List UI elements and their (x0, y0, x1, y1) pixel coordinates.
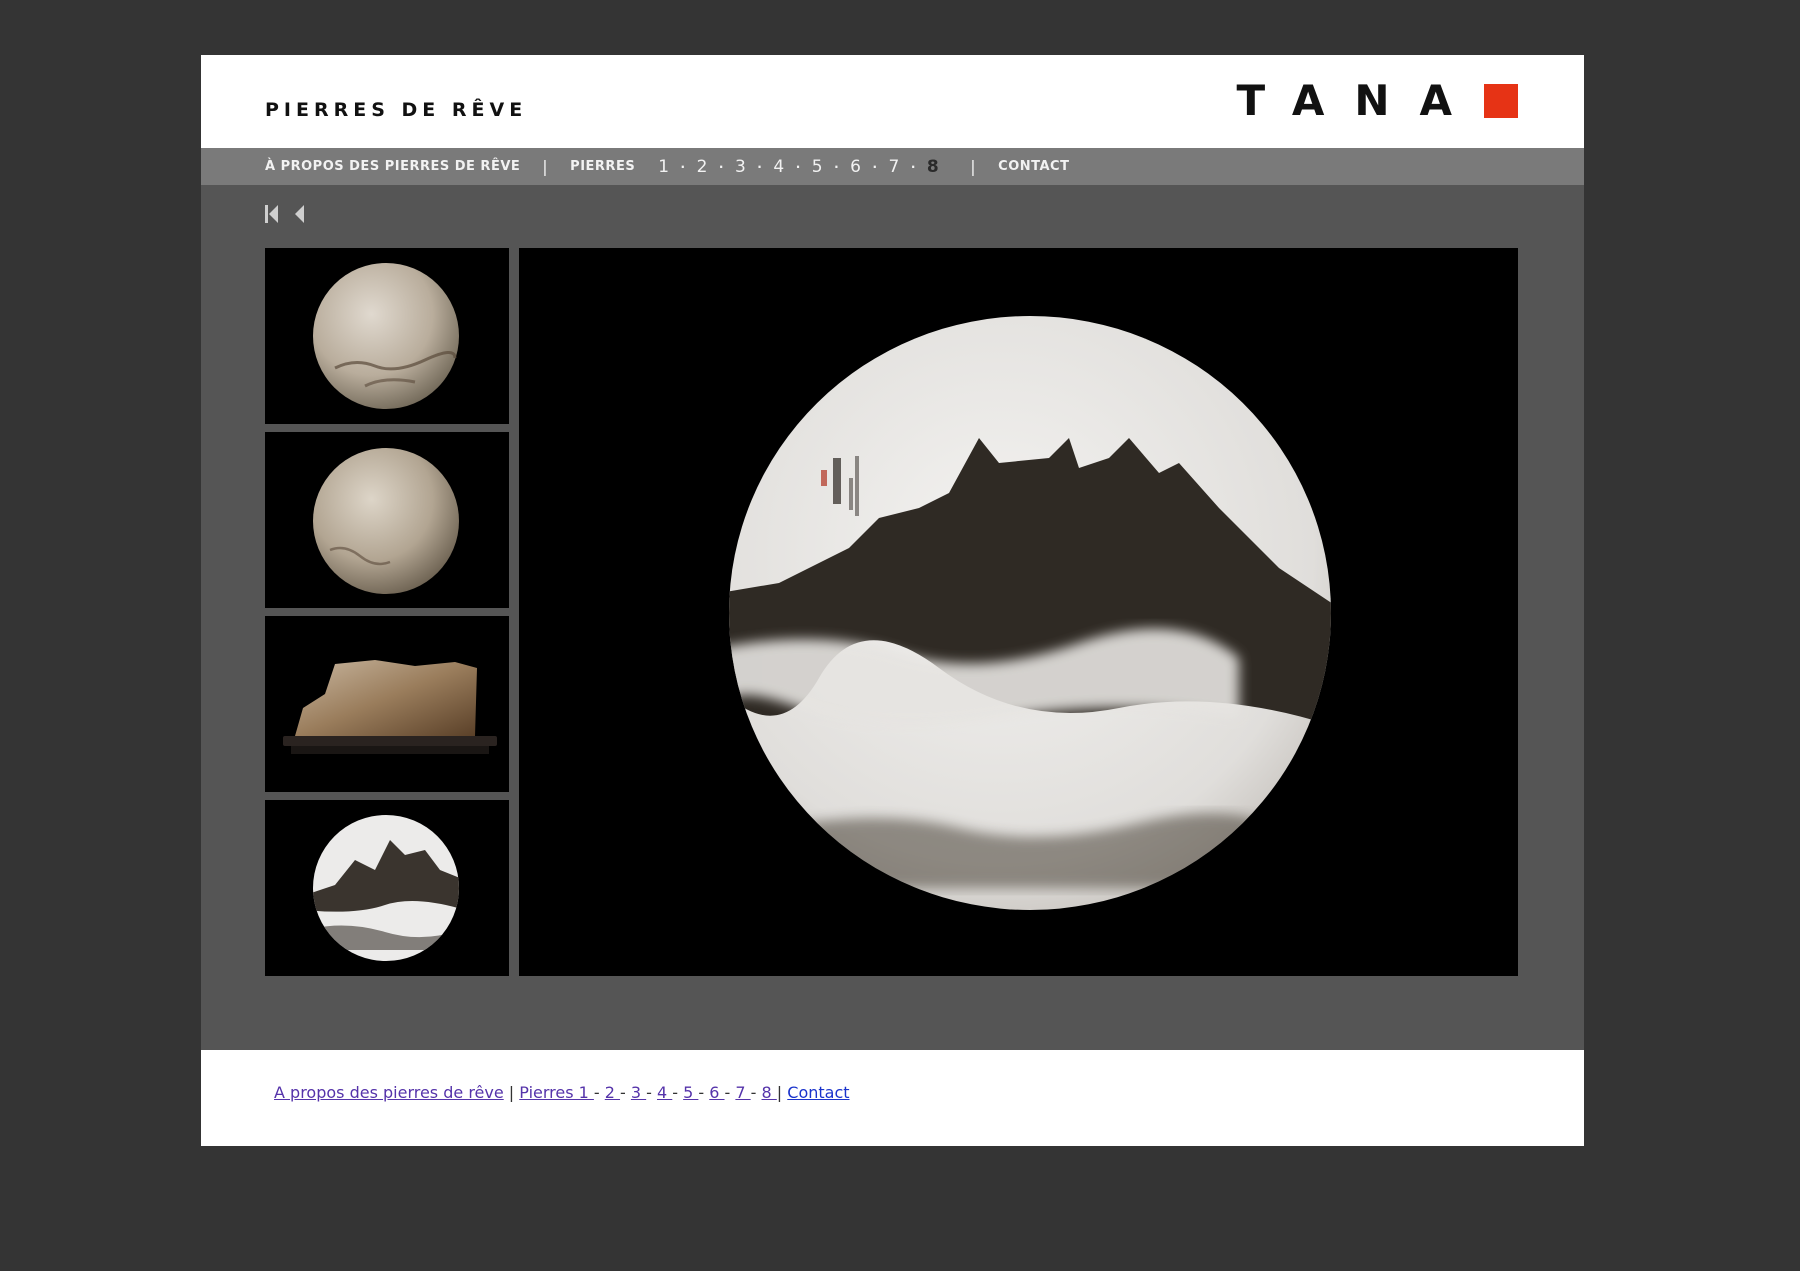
thumbnail-strip (265, 248, 509, 984)
nav-page-3[interactable]: 3 (735, 157, 746, 177)
footer-separator: | (503, 1083, 520, 1102)
nav-page-1[interactable]: 1 (658, 157, 669, 177)
previous-icon[interactable] (291, 203, 309, 225)
stone-image (313, 815, 459, 961)
footer-link-page-8[interactable]: 8 (762, 1083, 777, 1102)
footer-links: A propos des pierres de rêve | Pierres 1… (274, 1083, 850, 1102)
nav-page-separator: · (680, 159, 686, 174)
thumbnail-dreamstone-disc[interactable] (265, 800, 509, 976)
page-container: PIERRES DE RÊVE TANA À PROPOS DES PIERRE… (201, 55, 1584, 1146)
nav-page-6[interactable]: 6 (850, 157, 861, 177)
footer: A propos des pierres de rêve | Pierres 1… (201, 1050, 1584, 1146)
logo-text: TANA (1236, 76, 1482, 125)
main-navigation: À PROPOS DES PIERRES DE RÊVE | PIERRES 1… (201, 148, 1584, 185)
nav-separator: | (542, 157, 549, 176)
footer-link-stones-1[interactable]: Pierres 1 (519, 1083, 594, 1102)
nav-page-4[interactable]: 4 (773, 157, 784, 177)
nav-page-separator: · (834, 159, 840, 174)
thumbnail-round-stone-1[interactable] (265, 248, 509, 424)
nav-page-2[interactable]: 2 (697, 157, 708, 177)
nav-page-separator: · (795, 159, 801, 174)
nav-page-separator: · (910, 159, 916, 174)
nav-about[interactable]: À PROPOS DES PIERRES DE RÊVE (265, 159, 520, 174)
footer-link-page-2[interactable]: 2 (605, 1083, 620, 1102)
footer-separator: | (776, 1083, 788, 1102)
dreamstone-main-image (729, 316, 1331, 910)
site-title: PIERRES DE RÊVE (265, 99, 528, 121)
thumbnail-round-stone-2[interactable] (265, 432, 509, 608)
gallery-pager (263, 203, 309, 225)
stone-image (313, 448, 459, 594)
footer-link-page-6[interactable]: 6 (709, 1083, 724, 1102)
nav-contact[interactable]: CONTACT (998, 159, 1069, 174)
nav-separator: | (970, 157, 977, 176)
footer-dash: - (698, 1083, 710, 1102)
main-image-viewer[interactable] (519, 248, 1518, 976)
stone-image (283, 660, 497, 754)
nav-page-separator: · (872, 159, 878, 174)
footer-link-contact[interactable]: Contact (787, 1083, 849, 1102)
footer-dash: - (593, 1083, 605, 1102)
nav-page-7[interactable]: 7 (889, 157, 900, 177)
footer-dash: - (724, 1083, 736, 1102)
footer-dash: - (672, 1083, 684, 1102)
footer-dash: - (620, 1083, 631, 1102)
footer-dash: - (750, 1083, 762, 1102)
footer-link-page-3[interactable]: 3 (631, 1083, 646, 1102)
header: PIERRES DE RÊVE TANA (201, 55, 1584, 148)
nav-page-8-active[interactable]: 8 (927, 157, 939, 177)
nav-stones[interactable]: PIERRES (570, 159, 635, 174)
nav-page-separator: · (757, 159, 763, 174)
nav-page-5[interactable]: 5 (812, 157, 823, 177)
logo-square-icon (1484, 83, 1518, 118)
footer-dash: - (646, 1083, 658, 1102)
stone-image (313, 263, 459, 409)
footer-link-page-7[interactable]: 7 (735, 1083, 750, 1102)
logo[interactable]: TANA (1236, 78, 1518, 123)
nav-page-separator: · (718, 159, 724, 174)
first-page-icon[interactable] (263, 203, 281, 225)
footer-link-page-5[interactable]: 5 (683, 1083, 698, 1102)
footer-link-about[interactable]: A propos des pierres de rêve (274, 1083, 504, 1102)
thumbnail-rectangular-stone[interactable] (265, 616, 509, 792)
footer-link-page-4[interactable]: 4 (657, 1083, 672, 1102)
